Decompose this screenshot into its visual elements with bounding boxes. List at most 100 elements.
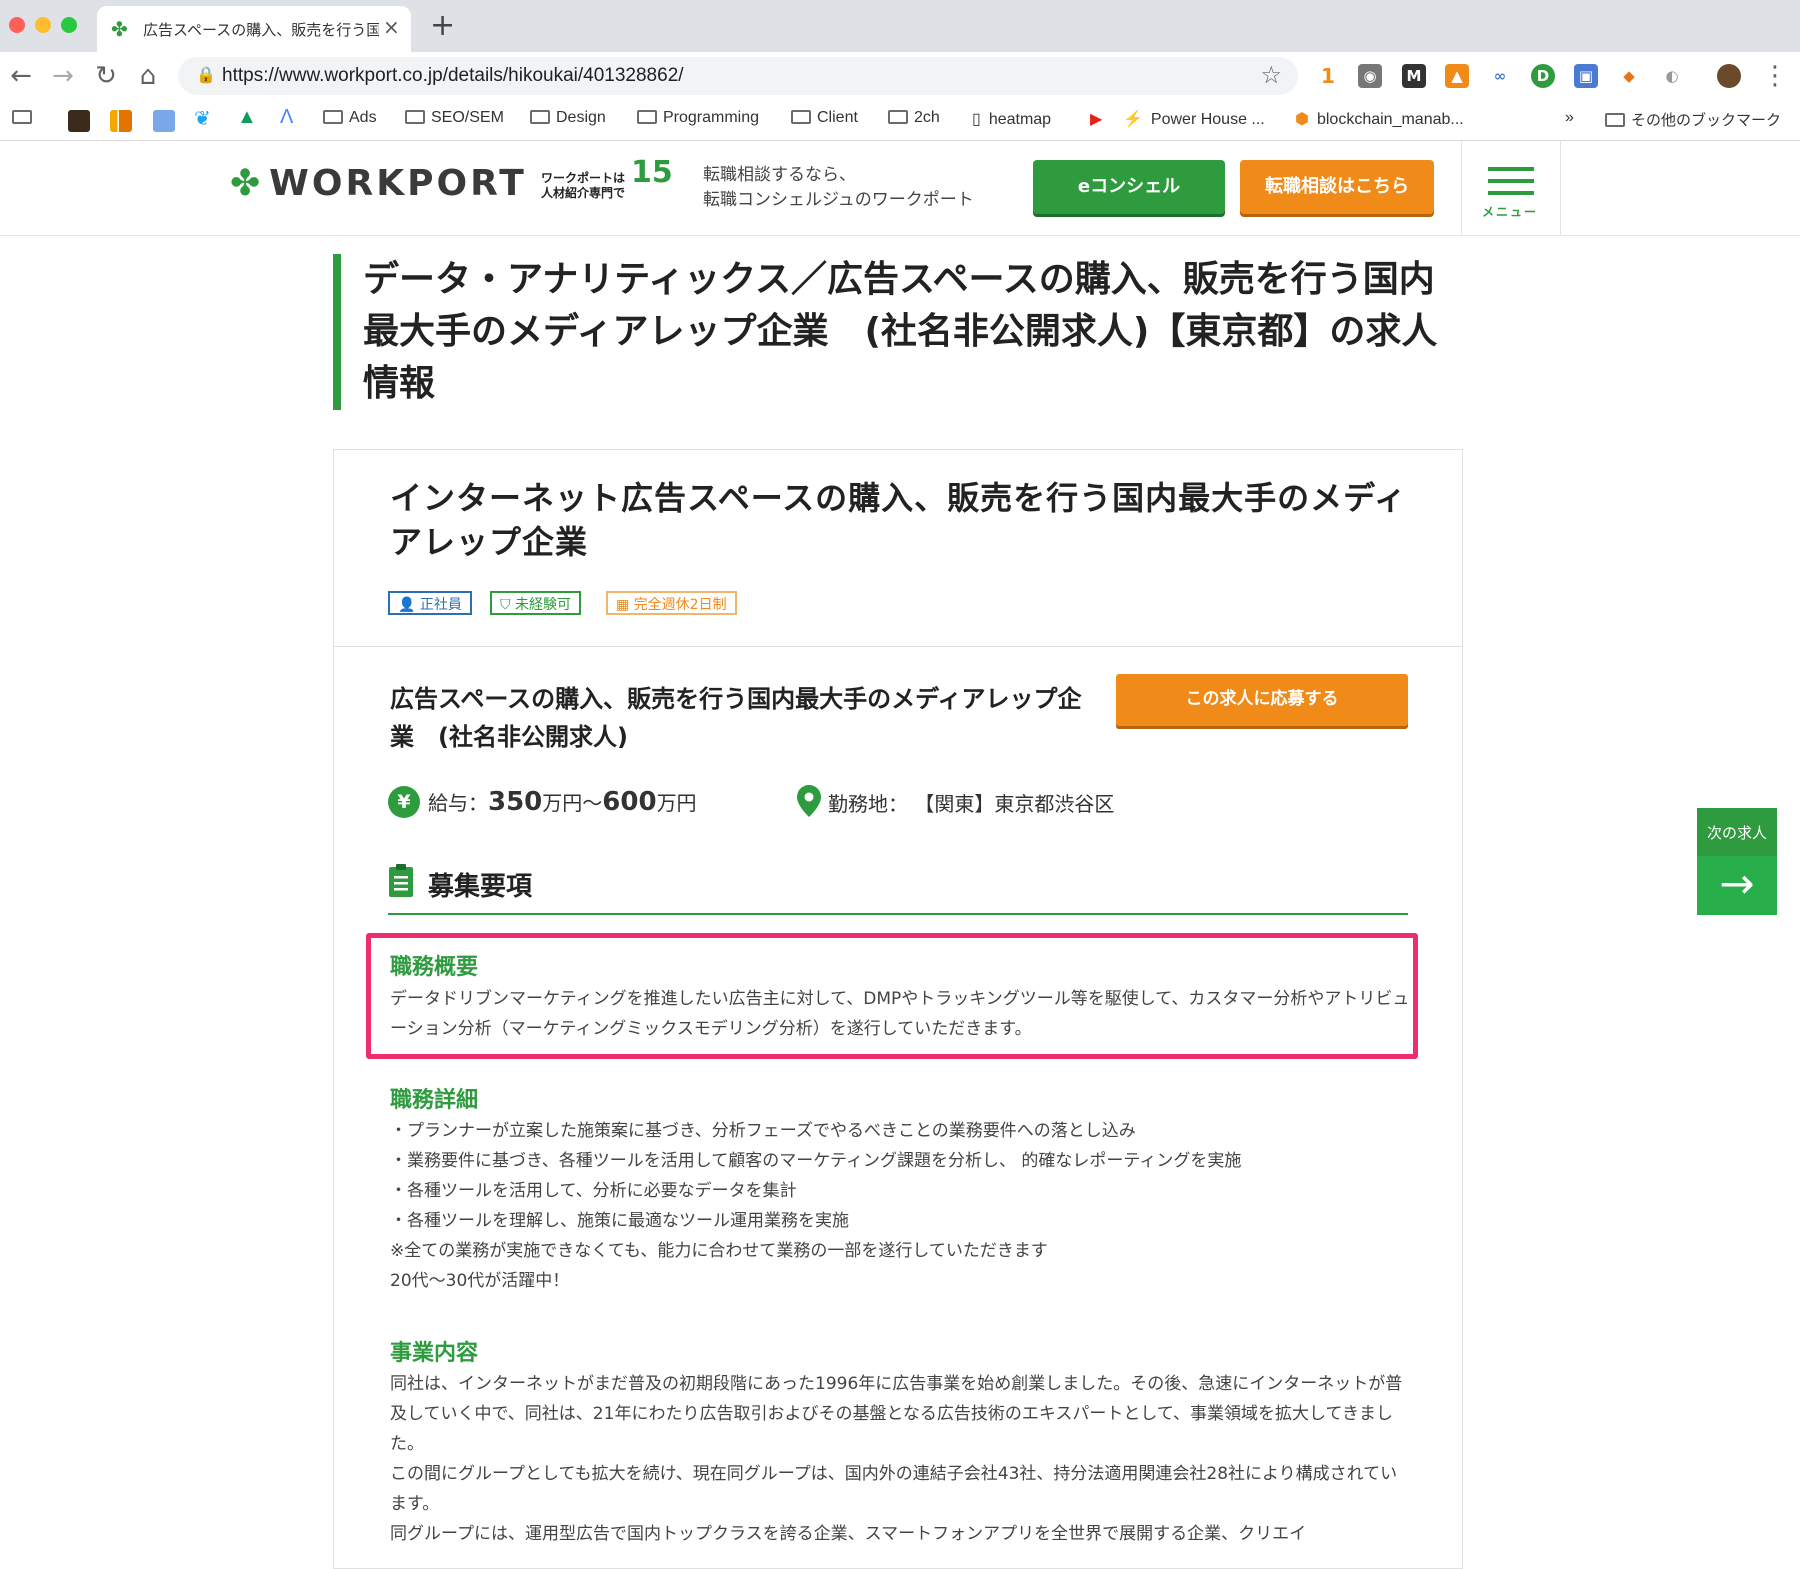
list-item: ・各種ツールを活用して、分析に必要なデータを集計 [390, 1181, 797, 1201]
job-card: インターネット広告スペースの購入、販売を行う国内最大手のメディアレップ企業 👤 … [333, 449, 1463, 1569]
lock-icon: 🔒 [196, 65, 216, 84]
paragraph: 同グループには、運用型広告で国内トップクラスを誇る企業、スマートフォンアプリを全… [390, 1524, 1307, 1544]
new-tab-button[interactable]: + [430, 8, 455, 43]
tag-no-experience: ⛉ 未経験可 [490, 591, 581, 615]
recruitment-section-heading: 募集要項 [428, 872, 533, 902]
reload-icon[interactable]: ↻ [91, 61, 121, 91]
list-item: ・各種ツールを理解し、施策に最適なツール運用業務を実施 [390, 1211, 849, 1231]
m-extension-icon[interactable]: M [1402, 64, 1426, 88]
profile-avatar[interactable] [1717, 64, 1741, 88]
career-consult-button[interactable]: 転職相談はこちら [1240, 160, 1434, 214]
salary: 給与：350万円〜600万円 [428, 787, 697, 817]
bolt-icon: ⚡ [1123, 111, 1143, 128]
next-job-label: 次の求人 [1706, 824, 1767, 842]
back-arrow-icon[interactable]: ← [6, 61, 36, 91]
tab-close-icon[interactable]: × [383, 15, 400, 39]
link-extension-icon[interactable]: ∞ [1488, 64, 1512, 88]
drive-bookmark-icon[interactable]: ▲ [237, 106, 257, 129]
paragraph: この間にグループとしても拡大を続け、現在同グループは、国内外の連結子会社43社、… [390, 1464, 1398, 1514]
workport-logo[interactable]: ✤ WORKPORT [230, 163, 527, 204]
paragraph: 同社は、インターネットがまだ普及の初期段階にあった1996年に広告事業を始め創業… [390, 1374, 1403, 1454]
job-details-heading: 職務詳細 [390, 1088, 479, 1113]
hamburger-icon [1488, 167, 1534, 171]
fox-extension-icon[interactable]: ◆ [1617, 64, 1641, 88]
close-window-button[interactable] [9, 17, 25, 33]
tag-full-time: 👤 正社員 [388, 591, 472, 615]
screen-extension-icon[interactable]: ▣ [1574, 64, 1598, 88]
twitter-bookmark-icon[interactable]: ❦ [194, 106, 211, 131]
folder-icon [637, 110, 657, 124]
bookmark-blockchain[interactable]: ⬢ blockchain_manab... [1295, 109, 1464, 129]
home-icon[interactable]: ⌂ [133, 61, 163, 91]
tag-two-days-off: ▦ 完全週休2日制 [606, 591, 737, 615]
list-item: 20代〜30代が活躍中！ [390, 1271, 570, 1291]
location-pin-icon [797, 785, 821, 817]
folder-icon [405, 110, 425, 124]
browser-tab-active[interactable]: ✤ 広告スペースの購入、販売を行う国 × [97, 6, 411, 52]
bookmark-2ch[interactable]: 2ch [888, 109, 940, 127]
folder-icon [888, 110, 908, 124]
url-text[interactable]: https://www.workport.co.jp/details/hikou… [222, 65, 684, 87]
globe-extension-icon[interactable]: ◐ [1660, 64, 1684, 88]
other-bookmarks[interactable]: その他のブックマーク [1605, 109, 1781, 130]
maximize-window-button[interactable] [61, 17, 77, 33]
yen-icon: ¥ [388, 786, 420, 818]
business-text: 同社は、インターネットがまだ普及の初期段階にあった1996年に広告事業を始め創業… [390, 1369, 1410, 1549]
list-item: ・プランナーが立案した施策案に基づき、分析フェーズでやるべきことの業務要件への落… [390, 1121, 1136, 1141]
tab-title: 広告スペースの購入、販売を行う国 [143, 21, 379, 39]
calendar-bookmark-icon[interactable] [153, 110, 175, 132]
address-bar[interactable]: 🔒 https://www.workport.co.jp/details/hik… [178, 57, 1298, 95]
page-icon: ▯ [972, 111, 981, 128]
header-tagline: 転職相談するなら、 転職コンシェルジュのワークポート [703, 165, 974, 210]
extension-badge-count[interactable]: 1 [1316, 64, 1340, 88]
e-concierge-button[interactable]: eコンシェル [1033, 160, 1225, 214]
google-ads-bookmark-icon[interactable]: Λ [280, 106, 293, 129]
camera-extension-icon[interactable]: ◉ [1358, 64, 1382, 88]
apply-button[interactable]: この求人に応募する [1116, 674, 1408, 726]
job-overview-text: データドリブンマーケティングを推進したい広告主に対して、DMPやトラッキングツー… [390, 989, 1410, 1039]
k-bookmark-icon[interactable] [68, 110, 90, 132]
shield-icon: ⛉ [500, 597, 511, 613]
job-details-list: ・プランナーが立案した施策案に基づき、分析フェーズでやるべきことの業務要件への落… [390, 1116, 1410, 1296]
clover-favicon-icon: ✤ [111, 17, 128, 41]
id-extension-icon[interactable]: D [1531, 64, 1555, 88]
chart-extension-icon[interactable]: ▲ [1445, 64, 1469, 88]
site-header: ✤ WORKPORT ワークポートは 人材紹介専門で 15 転職相談するなら、 転… [0, 141, 1800, 236]
arrow-right-icon: → [1697, 856, 1777, 915]
bookmark-programming[interactable]: Programming [637, 109, 759, 127]
menu-button[interactable]: メニュー [1461, 141, 1561, 235]
work-location: 勤務地： 【関東】東京都渋谷区 [828, 792, 1115, 816]
page-title: データ・アナリティックス／広告スペースの購入、販売を行う国内最大手のメディアレッ… [333, 254, 1463, 410]
bookmark-seo-sem[interactable]: SEO/SEM [405, 109, 504, 127]
bookmarks-overflow-button[interactable]: » [1565, 109, 1574, 127]
cube-icon: ⬢ [1295, 111, 1309, 128]
bookmark-star-icon[interactable]: ☆ [1260, 61, 1282, 89]
browser-toolbar: ← → ↻ ⌂ 🔒 https://www.workport.co.jp/det… [0, 52, 1800, 102]
job-card-title: インターネット広告スペースの購入、販売を行う国内最大手のメディアレップ企業 [390, 479, 1407, 561]
company-title: 広告スペースの購入、販売を行う国内最大手のメディアレップ企業 (社名非公開求人) [390, 685, 1082, 751]
bookmark-power-house[interactable]: ⚡ Power House ... [1123, 109, 1265, 129]
bookmark-client[interactable]: Client [791, 109, 858, 127]
bookmark-folder-icon[interactable] [12, 109, 38, 127]
job-card-header: インターネット広告スペースの購入、販売を行う国内最大手のメディアレップ企業 👤 … [334, 450, 1462, 647]
youtube-bookmark-icon[interactable]: ▶ [1090, 109, 1102, 129]
calendar-icon: ▦ [616, 597, 630, 613]
person-icon: 👤 [398, 597, 416, 613]
anniversary-badge: ワークポートは 人材紹介専門で 15 [541, 155, 673, 201]
business-heading: 事業内容 [390, 1341, 479, 1366]
minimize-window-button[interactable] [35, 17, 51, 33]
section-divider [388, 913, 1408, 915]
analytics-bookmark-icon[interactable] [110, 110, 132, 132]
forward-arrow-icon[interactable]: → [48, 61, 78, 91]
folder-icon [530, 110, 550, 124]
more-menu-icon[interactable]: ⋮ [1760, 61, 1790, 91]
next-job-button[interactable]: 次の求人 → [1697, 808, 1777, 915]
bookmarks-bar: ❦ ▲ Λ Ads SEO/SEM Design Programming Cli… [0, 102, 1800, 141]
bookmark-ads[interactable]: Ads [323, 109, 377, 127]
list-item: ※全ての業務が実施できなくても、能力に合わせて業務の一部を遂行していただきます [390, 1241, 1048, 1261]
job-overview-heading: 職務概要 [390, 955, 479, 980]
folder-icon [323, 110, 343, 124]
bookmark-heatmap[interactable]: ▯ heatmap [972, 109, 1051, 129]
bookmark-design[interactable]: Design [530, 109, 606, 127]
folder-icon [791, 110, 811, 124]
